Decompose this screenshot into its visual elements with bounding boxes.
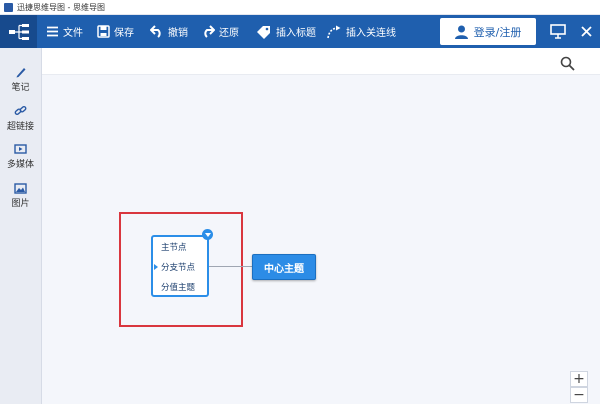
media-icon <box>14 144 27 154</box>
login-register-label: 登录/注册 <box>473 25 522 39</box>
chevron-down-icon <box>204 232 211 237</box>
caret-right-icon <box>154 264 158 270</box>
sidebar-item-image[interactable]: 图片 <box>0 183 41 209</box>
tag-icon <box>257 25 270 39</box>
window-title: 迅捷思维导图 - 思维导图 <box>17 2 105 12</box>
node-sub-topic[interactable]: 分值主题 <box>161 281 195 293</box>
search-button[interactable] <box>560 56 575 75</box>
redo-button[interactable]: 还原 <box>201 15 239 48</box>
close-button[interactable] <box>574 15 598 48</box>
presentation-icon <box>550 24 566 39</box>
center-topic-label: 中心主题 <box>264 263 304 275</box>
undo-button-label: 撤销 <box>168 28 188 39</box>
insert-link-line-button[interactable]: 插入关连线 <box>327 15 396 48</box>
sidebar-item-multimedia[interactable]: 多媒体 <box>0 144 41 170</box>
image-icon <box>14 183 27 194</box>
insert-link-line-button-label: 插入关连线 <box>346 28 396 39</box>
app-logo-icon <box>4 2 13 12</box>
app-menu-button[interactable] <box>0 15 37 48</box>
save-button-label: 保存 <box>114 28 134 39</box>
sidebar-item-notes[interactable]: 笔记 <box>0 66 41 93</box>
undo-button[interactable]: 撤销 <box>150 15 188 48</box>
redo-button-label: 还原 <box>219 28 239 39</box>
main-toolbar: 文件 保存 撤销 还原 插入标题 插入关连线 登录/注册 <box>0 15 600 48</box>
center-topic-node[interactable]: 中心主题 <box>252 254 316 280</box>
pen-icon <box>16 68 25 78</box>
close-icon <box>580 26 592 37</box>
node-connector-line <box>209 266 252 267</box>
zoom-in-label: + <box>573 371 585 387</box>
sidebar-item-label: 图片 <box>11 199 30 209</box>
sidebar-item-label: 超链接 <box>6 122 34 132</box>
user-icon <box>454 25 468 39</box>
curve-arrow-icon <box>327 25 341 38</box>
file-button[interactable]: 文件 <box>46 15 83 48</box>
left-sidebar: 笔记 超链接 多媒体 图片 <box>0 48 42 404</box>
insert-title-button[interactable]: 插入标题 <box>256 15 316 48</box>
zoom-out-button[interactable]: − <box>570 387 588 403</box>
branch-node-group[interactable]: 主节点 分支节点 分值主题 <box>151 235 209 297</box>
save-button[interactable]: 保存 <box>97 15 134 48</box>
link-icon <box>14 105 27 116</box>
collapse-toggle-button[interactable] <box>202 229 213 240</box>
zoom-out-label: − <box>573 387 585 403</box>
hamburger-menu-icon <box>47 26 58 37</box>
undo-icon <box>150 25 161 38</box>
node-main[interactable]: 主节点 <box>161 241 187 253</box>
node-branch[interactable]: 分支节点 <box>161 261 195 273</box>
search-icon <box>560 56 575 71</box>
window-titlebar: 迅捷思维导图 - 思维导图 <box>0 0 600 15</box>
save-icon <box>97 25 110 38</box>
sidebar-item-label: 多媒体 <box>6 160 34 170</box>
presentation-button[interactable] <box>544 15 572 48</box>
file-button-label: 文件 <box>63 28 83 39</box>
mindmap-logo-icon <box>8 23 29 40</box>
canvas-topbar <box>42 48 600 75</box>
insert-title-button-label: 插入标题 <box>276 28 316 39</box>
zoom-in-button[interactable]: + <box>570 371 588 387</box>
sidebar-item-label: 笔记 <box>11 83 30 93</box>
login-register-button[interactable]: 登录/注册 <box>440 18 536 45</box>
redo-icon <box>204 25 215 38</box>
sidebar-item-hyperlink[interactable]: 超链接 <box>0 105 41 132</box>
